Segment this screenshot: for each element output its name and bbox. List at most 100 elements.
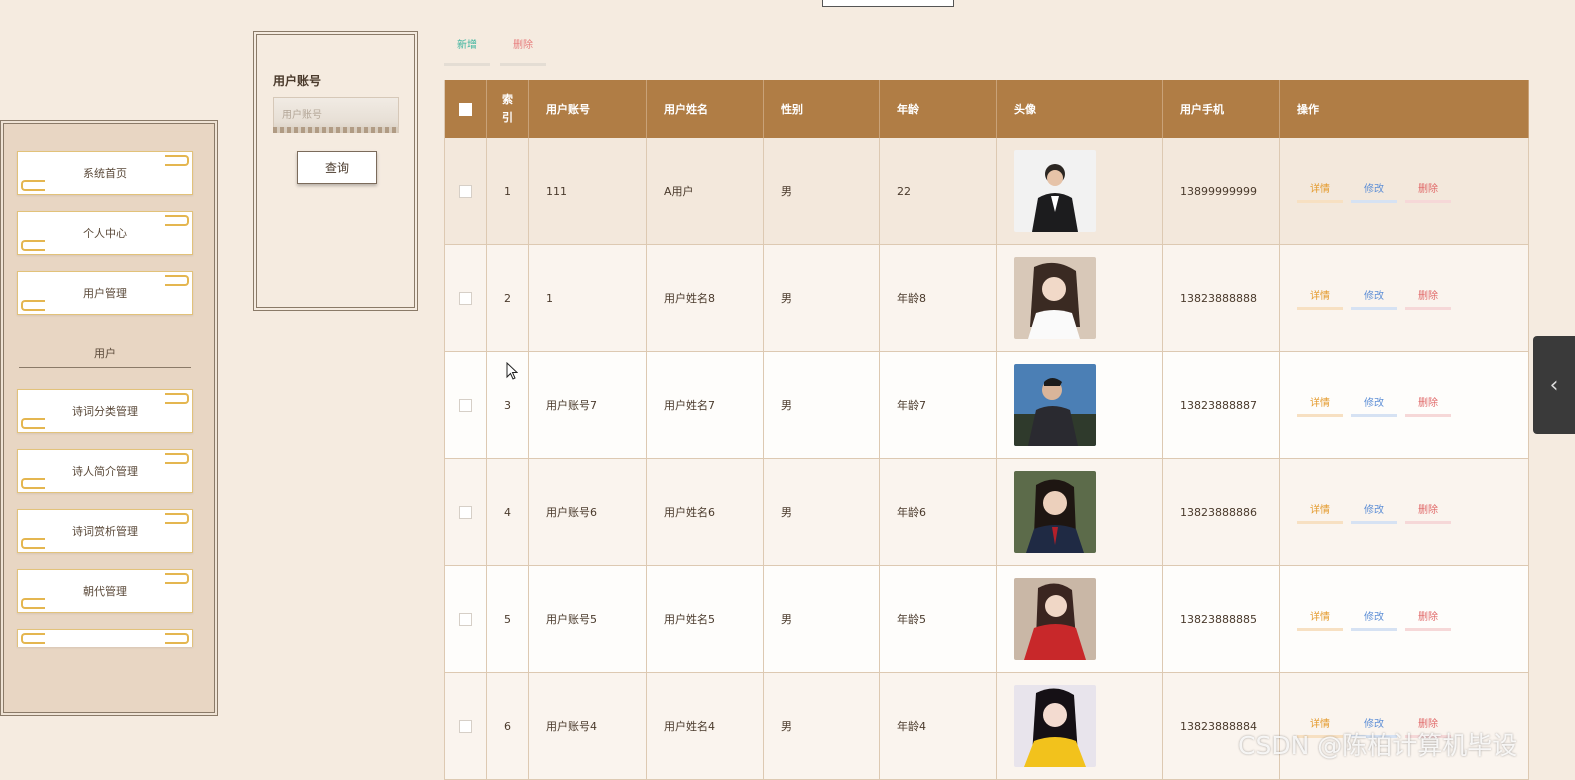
edit-button[interactable]: 修改 xyxy=(1351,394,1397,417)
cell-index: 5 xyxy=(486,565,529,673)
select-all-checkbox-cell[interactable] xyxy=(444,80,487,138)
avatar[interactable] xyxy=(1014,150,1096,232)
cell-age: 年龄8 xyxy=(879,244,997,352)
table-row: 5 用户账号5 用户姓名5 男 年龄5 13823888885 详情 修改 删除 xyxy=(444,565,1529,673)
cell-index: 1 xyxy=(486,138,529,245)
cell-gender: 男 xyxy=(763,672,880,780)
avatar[interactable] xyxy=(1014,257,1096,339)
col-name: 用户姓名 xyxy=(646,80,764,138)
cell-name: 用户姓名4 xyxy=(646,672,764,780)
row-checkbox[interactable] xyxy=(459,719,472,733)
edit-button[interactable]: 修改 xyxy=(1351,287,1397,310)
cell-avatar xyxy=(996,672,1163,780)
collapse-panel-tab[interactable]: ‹ xyxy=(1533,336,1575,434)
cell-name: 用户姓名6 xyxy=(646,458,764,566)
cell-phone: 13823888885 xyxy=(1162,565,1280,673)
cell-ops: 详情 修改 删除 xyxy=(1279,351,1529,459)
detail-button[interactable]: 详情 xyxy=(1297,501,1343,524)
row-checkbox[interactable] xyxy=(459,398,472,412)
cell-index: 6 xyxy=(486,672,529,780)
delete-button[interactable]: 删除 xyxy=(1405,287,1451,310)
watermark: CSDN @陈柏计算机毕设 xyxy=(1238,731,1518,760)
search-label: 用户账号 xyxy=(273,74,322,88)
cell-phone: 13823888887 xyxy=(1162,351,1280,459)
row-checkbox[interactable] xyxy=(459,291,472,305)
cell-ops: 详情 修改 删除 xyxy=(1279,565,1529,673)
cell-avatar xyxy=(996,244,1163,352)
col-gender: 性别 xyxy=(763,80,880,138)
delete-button[interactable]: 删除 xyxy=(1405,501,1451,524)
add-button[interactable]: 新增 xyxy=(444,37,490,66)
edit-button[interactable]: 修改 xyxy=(1351,501,1397,524)
search-panel: 用户账号 查询 xyxy=(253,31,418,311)
cell-phone: 13823888886 xyxy=(1162,458,1280,566)
batch-delete-button[interactable]: 删除 xyxy=(500,37,546,66)
avatar[interactable] xyxy=(1014,364,1096,446)
sidebar-item-poem-category[interactable]: 诗词分类管理 xyxy=(17,389,193,433)
mouse-cursor-icon xyxy=(506,362,518,380)
detail-button[interactable]: 详情 xyxy=(1297,287,1343,310)
cell-phone: 13899999999 xyxy=(1162,138,1280,245)
cell-name: 用户姓名7 xyxy=(646,351,764,459)
cell-account: 用户账号4 xyxy=(528,672,647,780)
cell-gender: 男 xyxy=(763,138,880,245)
cell-name: 用户姓名5 xyxy=(646,565,764,673)
sidebar-group-label: 用户 xyxy=(19,345,191,368)
delete-button[interactable]: 删除 xyxy=(1405,394,1451,417)
cell-gender: 男 xyxy=(763,351,880,459)
delete-button[interactable]: 删除 xyxy=(1405,180,1451,203)
cell-avatar xyxy=(996,458,1163,566)
col-index-line2: 引 xyxy=(502,111,513,124)
table-row: 3 用户账号7 用户姓名7 男 年龄7 13823888887 详情 修改 删除 xyxy=(444,351,1529,459)
select-all-checkbox[interactable] xyxy=(459,102,472,116)
cell-ops: 详情 修改 删除 xyxy=(1279,138,1529,245)
cell-account: 用户账号7 xyxy=(528,351,647,459)
sidebar-item-home[interactable]: 系统首页 xyxy=(17,151,193,195)
cell-age: 年龄5 xyxy=(879,565,997,673)
cell-account: 1 xyxy=(528,244,647,352)
cell-ops: 详情 修改 删除 xyxy=(1279,458,1529,566)
cell-name: 用户姓名8 xyxy=(646,244,764,352)
avatar[interactable] xyxy=(1014,471,1096,553)
col-avatar: 头像 xyxy=(996,80,1163,138)
row-checkbox[interactable] xyxy=(459,612,472,626)
col-phone: 用户手机 xyxy=(1162,80,1280,138)
col-age: 年龄 xyxy=(879,80,997,138)
col-index-line1: 索 xyxy=(502,93,513,106)
cell-account: 用户账号6 xyxy=(528,458,647,566)
sidebar-item-dynasty[interactable]: 朝代管理 xyxy=(17,569,193,613)
cell-avatar xyxy=(996,565,1163,673)
chevron-left-icon: ‹ xyxy=(1549,372,1559,398)
row-checkbox[interactable] xyxy=(459,505,472,519)
edit-button[interactable]: 修改 xyxy=(1351,608,1397,631)
cell-account: 111 xyxy=(528,138,647,245)
input-decoration xyxy=(273,127,399,133)
col-account: 用户账号 xyxy=(528,80,647,138)
detail-button[interactable]: 详情 xyxy=(1297,180,1343,203)
query-button[interactable]: 查询 xyxy=(297,151,377,184)
sidebar-item-user-management[interactable]: 用户管理 xyxy=(17,271,193,315)
cell-age: 22 xyxy=(879,138,997,245)
avatar[interactable] xyxy=(1014,578,1096,660)
cell-gender: 男 xyxy=(763,565,880,673)
edit-button[interactable]: 修改 xyxy=(1351,180,1397,203)
cell-ops: 详情 修改 删除 xyxy=(1279,244,1529,352)
cell-age: 年龄6 xyxy=(879,458,997,566)
cell-index: 4 xyxy=(486,458,529,566)
sidebar-item-poem-appreciation[interactable]: 诗词赏析管理 xyxy=(17,509,193,553)
delete-button[interactable]: 删除 xyxy=(1405,608,1451,631)
table-row: 1 111 A用户 男 22 13899999999 详情 修改 删除 xyxy=(444,138,1529,245)
cell-phone: 13823888888 xyxy=(1162,244,1280,352)
col-actions: 操作 xyxy=(1279,80,1529,138)
row-checkbox[interactable] xyxy=(459,184,472,198)
table-row: 4 用户账号6 用户姓名6 男 年龄6 13823888886 详情 修改 删除 xyxy=(444,458,1529,566)
table-row: 2 1 用户姓名8 男 年龄8 13823888888 详情 修改 删除 xyxy=(444,244,1529,352)
detail-button[interactable]: 详情 xyxy=(1297,394,1343,417)
sidebar-item-partial[interactable] xyxy=(17,629,193,647)
detail-button[interactable]: 详情 xyxy=(1297,608,1343,631)
sidebar-item-poet-intro[interactable]: 诗人简介管理 xyxy=(17,449,193,493)
avatar[interactable] xyxy=(1014,685,1096,767)
table-header: 索引 用户账号 用户姓名 性别 年龄 头像 用户手机 操作 xyxy=(444,80,1529,138)
cell-avatar xyxy=(996,138,1163,245)
sidebar-item-profile[interactable]: 个人中心 xyxy=(17,211,193,255)
